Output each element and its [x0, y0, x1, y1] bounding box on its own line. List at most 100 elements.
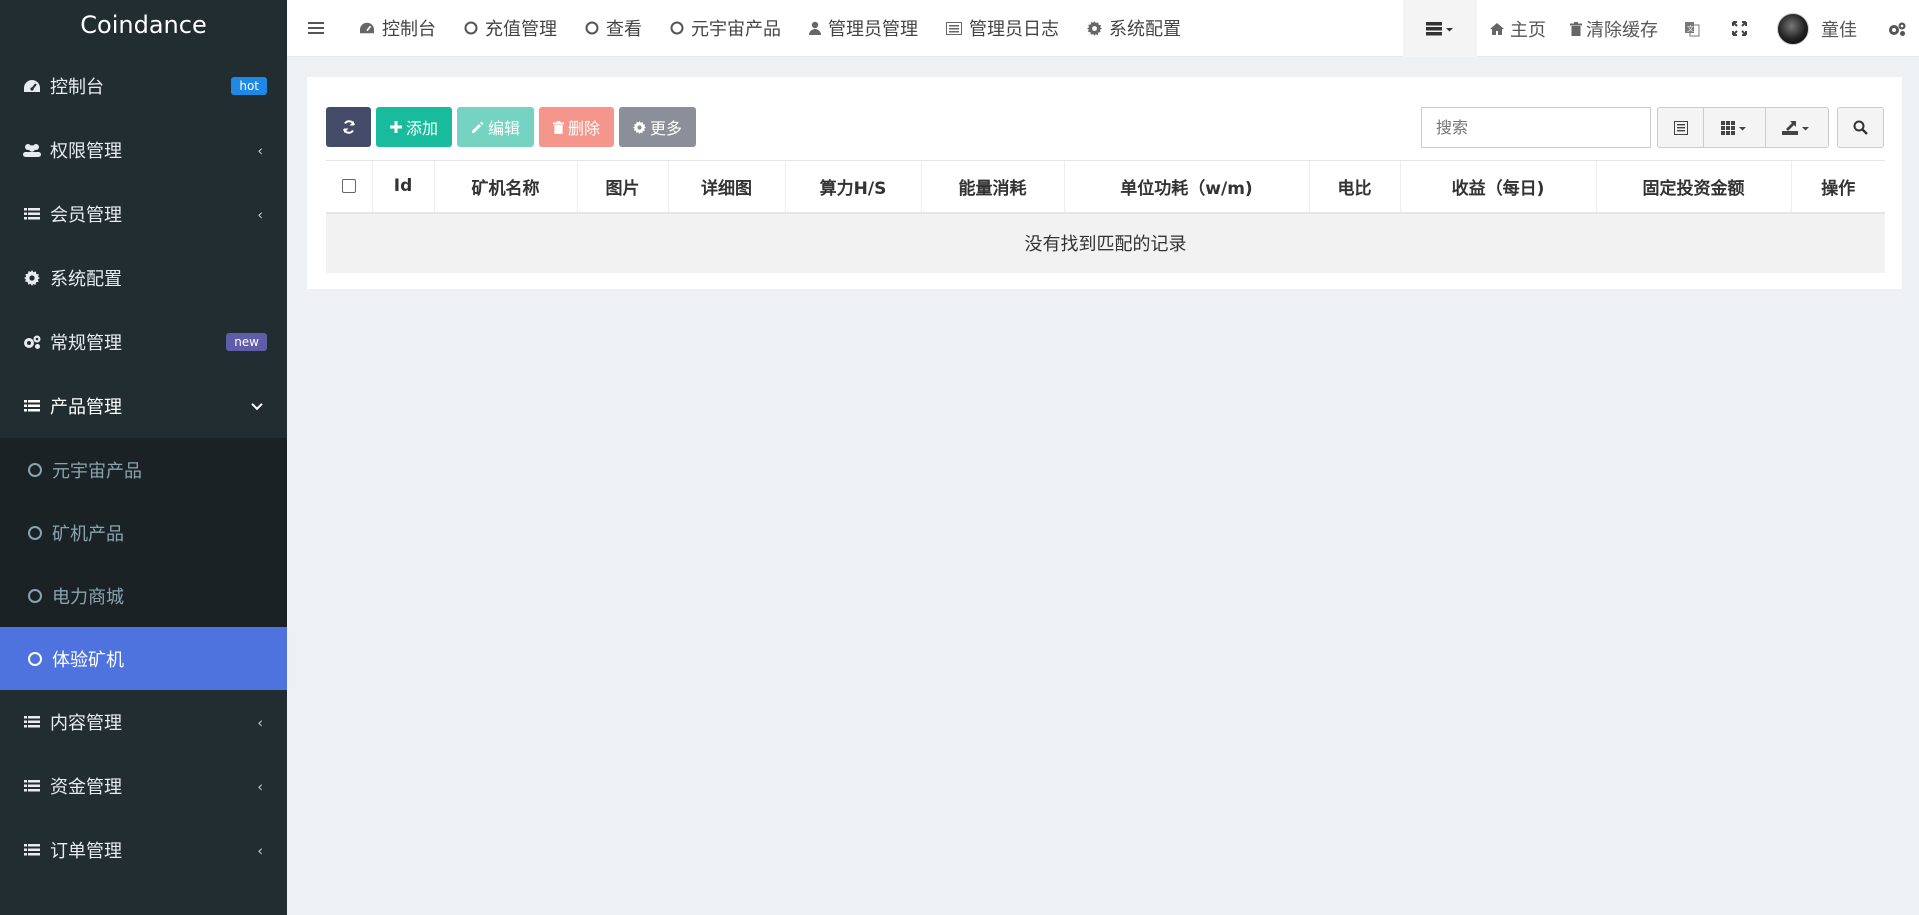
submenu-item-metaverse-products[interactable]: 元宇宙产品 — [0, 438, 287, 501]
sidebar-item-dashboard[interactable]: 控制台 hot — [0, 54, 287, 118]
tab-label: 查看 — [606, 19, 642, 40]
sidebar-item-funds[interactable]: 资金管理 ‹ — [0, 754, 287, 818]
sidebar-item-products[interactable]: 产品管理 — [0, 374, 287, 438]
table-view-controls — [1657, 107, 1829, 148]
column-header[interactable]: 收益（每日) — [1399, 160, 1596, 214]
submenu-item-label: 体验矿机 — [52, 649, 124, 671]
sidebar-item-system-config[interactable]: 系统配置 — [0, 246, 287, 310]
circle-icon — [28, 462, 42, 477]
data-table: Id 矿机名称 图片 详细图 算力H/S 能量消耗 单位功耗（w/m) 电比 收… — [326, 160, 1885, 273]
clear-cache-button[interactable]: 清除缓存 — [1558, 0, 1670, 57]
sidebar-item-members[interactable]: 会员管理 ‹ — [0, 182, 287, 246]
column-header[interactable]: 图片 — [576, 160, 668, 214]
app-logo[interactable]: Coindance — [0, 0, 287, 50]
tab-admin-log[interactable]: 管理员日志 — [932, 0, 1073, 57]
translate-icon: 文 — [1685, 21, 1700, 36]
submenu-item-miner-products[interactable]: 矿机产品 — [0, 501, 287, 564]
sidebar-item-general[interactable]: 常规管理 new — [0, 310, 287, 374]
hot-badge: hot — [231, 77, 267, 95]
language-button[interactable]: 文 — [1670, 0, 1714, 57]
tab-label: 管理员日志 — [969, 19, 1059, 40]
column-header[interactable]: 能量消耗 — [920, 160, 1064, 214]
submenu-item-label: 矿机产品 — [52, 523, 124, 545]
gear-icon — [633, 120, 647, 134]
dashboard-icon — [359, 21, 375, 35]
gear-icon — [1087, 20, 1102, 36]
home-link[interactable]: 主页 — [1477, 0, 1558, 57]
sidebar-menu-lower: 内容管理 ‹ 资金管理 ‹ 订单管理 ‹ — [0, 690, 287, 882]
column-header[interactable]: 矿机名称 — [433, 160, 577, 214]
column-header[interactable]: 操作 — [1790, 160, 1885, 214]
tab-metaverse-products[interactable]: 元宇宙产品 — [656, 0, 795, 57]
export-dropdown-button[interactable] — [1766, 108, 1828, 147]
search-button[interactable] — [1837, 107, 1884, 148]
gears-icon — [22, 333, 42, 351]
navbar-right: 主页 清除缓存 文 童佳 — [1403, 0, 1919, 57]
refresh-icon — [342, 120, 355, 134]
dashboard-icon — [22, 77, 42, 95]
tab-view[interactable]: 查看 — [571, 0, 656, 57]
plus-icon — [390, 121, 402, 133]
fullscreen-button[interactable] — [1714, 0, 1765, 57]
select-all-checkbox[interactable] — [341, 179, 356, 194]
submenu-item-trial-miner[interactable]: 体验矿机 — [0, 627, 287, 690]
submenu-item-label: 元宇宙产品 — [52, 460, 142, 482]
edit-button[interactable]: 编辑 — [457, 107, 535, 147]
tab-label: 充值管理 — [485, 19, 557, 40]
list-alt-icon — [946, 21, 962, 35]
export-icon — [1782, 121, 1809, 135]
table-header-row: Id 矿机名称 图片 详细图 算力H/S 能量消耗 单位功耗（w/m) 电比 收… — [326, 160, 1885, 214]
list-alt-icon — [1673, 120, 1688, 135]
sidebar-item-label: 内容管理 — [50, 713, 122, 734]
trash-icon — [553, 120, 565, 134]
username: 童佳 — [1821, 19, 1857, 41]
svg-text:文: 文 — [1687, 24, 1694, 33]
tab-recharge[interactable]: 充值管理 — [450, 0, 571, 57]
grid-icon — [1720, 120, 1746, 135]
pencil-icon — [471, 121, 484, 134]
column-header[interactable]: 电比 — [1308, 160, 1400, 214]
delete-label: 删除 — [568, 119, 601, 138]
tabs-dropdown-button[interactable] — [1403, 0, 1477, 57]
column-header[interactable]: 固定投资金额 — [1595, 160, 1791, 214]
content-panel: 添加 编辑 删除 更多 Id — [307, 77, 1902, 289]
top-navbar: 控制台 充值管理 查看 元宇宙产品 管理员管理 管理员日志 系统配置 主页 清除… — [287, 0, 1919, 57]
search-input[interactable] — [1421, 107, 1651, 148]
column-header[interactable]: 详细图 — [667, 160, 785, 214]
new-badge: new — [226, 333, 267, 351]
list-icon — [22, 205, 42, 223]
user-menu[interactable]: 童佳 — [1765, 0, 1879, 57]
toggle-card-view-button[interactable] — [1658, 108, 1704, 147]
circle-icon — [28, 525, 42, 540]
chevron-left-icon: ‹ — [257, 715, 263, 732]
sidebar-item-label: 会员管理 — [50, 205, 122, 226]
column-header[interactable]: 算力H/S — [784, 160, 921, 214]
sidebar-item-permissions[interactable]: 权限管理 ‹ — [0, 118, 287, 182]
tab-dashboard[interactable]: 控制台 — [345, 0, 450, 57]
circle-icon — [28, 588, 42, 603]
sidebar-item-orders[interactable]: 订单管理 ‹ — [0, 818, 287, 882]
add-button[interactable]: 添加 — [376, 107, 453, 147]
search-icon — [1853, 120, 1868, 135]
chevron-down-icon — [251, 403, 263, 411]
submenu-item-power-mall[interactable]: 电力商城 — [0, 564, 287, 627]
refresh-button[interactable] — [326, 107, 371, 147]
control-sidebar-button[interactable] — [1879, 0, 1919, 57]
user-icon — [809, 21, 821, 35]
list-icon — [22, 841, 42, 859]
trash-icon — [1570, 21, 1582, 36]
table-row: 没有找到匹配的记录 — [326, 212, 1885, 273]
tab-label: 元宇宙产品 — [691, 19, 781, 40]
delete-button[interactable]: 删除 — [539, 107, 615, 147]
circle-icon — [670, 21, 684, 35]
column-header[interactable]: 单位功耗（w/m) — [1063, 160, 1309, 214]
columns-dropdown-button[interactable] — [1704, 108, 1766, 147]
sidebar-toggle-button[interactable] — [287, 0, 345, 57]
sidebar-item-content[interactable]: 内容管理 ‹ — [0, 690, 287, 754]
tab-system-config[interactable]: 系统配置 — [1073, 0, 1195, 57]
tab-admin-management[interactable]: 管理员管理 — [795, 0, 932, 57]
more-button[interactable]: 更多 — [619, 107, 697, 147]
edit-label: 编辑 — [488, 119, 521, 138]
column-header[interactable]: Id — [371, 160, 434, 214]
list-icon — [22, 777, 42, 795]
